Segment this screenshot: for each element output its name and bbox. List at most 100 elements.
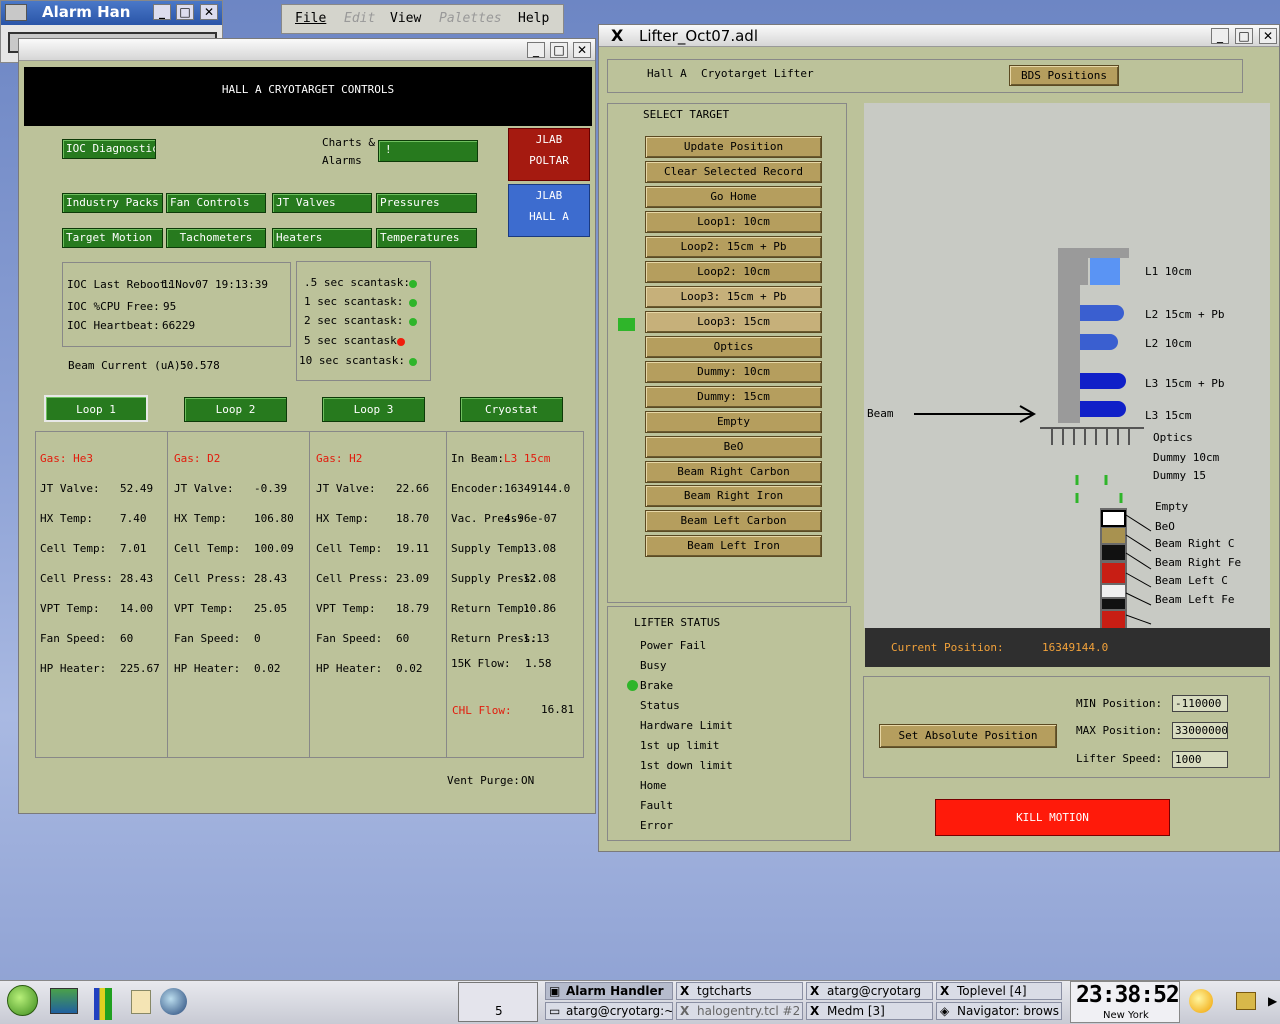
status-item: 1st up limit xyxy=(640,739,720,752)
row-label: Cell Temp: xyxy=(316,542,383,555)
lifter-name-label: Cryotarget Lifter xyxy=(701,67,814,80)
task-medm[interactable]: X Medm [3] xyxy=(806,1002,933,1020)
max-position-input[interactable]: 33000000 xyxy=(1172,722,1228,739)
globe-icon[interactable] xyxy=(160,988,187,1015)
close-icon[interactable]: ✕ xyxy=(200,4,218,20)
chl-flow-value: 16.81 xyxy=(541,703,575,716)
close-icon[interactable]: ✕ xyxy=(573,42,591,58)
browser-icon: ◈ xyxy=(940,1004,950,1018)
loop2-tab[interactable]: Loop 2 xyxy=(184,397,287,422)
clock-panel[interactable]: 23:38:52 New York xyxy=(1070,981,1180,1023)
menu-edit[interactable]: Edit xyxy=(344,11,375,26)
jlab-poltar-line2: POLTAR xyxy=(529,154,569,167)
charts-button[interactable]: ! xyxy=(378,140,478,162)
target-button[interactable]: Optics xyxy=(645,336,822,358)
x-icon: X xyxy=(680,1004,690,1018)
lifter-speed-input[interactable]: 1000 xyxy=(1172,751,1228,768)
industry-packs-button[interactable]: Industry Packs xyxy=(62,193,163,213)
task-toplevel[interactable]: X Toplevel [4] xyxy=(936,982,1062,1000)
menu-file[interactable]: File xyxy=(295,11,326,26)
lock-icon[interactable] xyxy=(1236,992,1256,1010)
menu-help[interactable]: Help xyxy=(518,11,549,26)
task-navigator[interactable]: ◈ Navigator: brows xyxy=(936,1002,1062,1020)
target-button[interactable]: Loop2: 15cm + Pb xyxy=(645,236,822,258)
task-atarg-2[interactable]: ▭ atarg@cryotarg:~ xyxy=(545,1002,673,1020)
target-motion-button[interactable]: Target Motion xyxy=(62,228,163,248)
x-icon: X xyxy=(810,984,820,998)
maximize-icon[interactable]: □ xyxy=(550,42,568,58)
ioc-reboot-value: 11Nov07 19:13:39 xyxy=(162,278,268,291)
close-icon[interactable]: ✕ xyxy=(1259,28,1277,44)
temperatures-button[interactable]: Temperatures xyxy=(376,228,477,248)
monitor-icon[interactable] xyxy=(94,988,112,1020)
set-absolute-position-button[interactable]: Set Absolute Position xyxy=(879,724,1057,748)
task-atarg-1[interactable]: Xatarg@cryotarg xyxy=(806,982,933,1000)
controls-titlebar[interactable]: _ □ ✕ xyxy=(19,39,595,61)
maximize-icon[interactable]: □ xyxy=(1235,28,1253,44)
jt-valves-button[interactable]: JT Valves xyxy=(272,193,372,213)
minimize-icon[interactable]: _ xyxy=(153,4,171,20)
diagram-label: L3 15cm xyxy=(1145,409,1192,422)
weather-icon[interactable] xyxy=(1189,989,1213,1013)
alarm-titlebar[interactable]: Alarm Han _ □ ✕ xyxy=(1,1,222,25)
jlab-poltar-button[interactable]: JLAB POLTAR xyxy=(508,128,590,181)
chevron-right-icon[interactable]: ▶ xyxy=(1268,994,1277,1008)
row-label: Cell Press: xyxy=(40,572,113,585)
min-position-input[interactable]: -110000 xyxy=(1172,695,1228,712)
ladder-frame-mid xyxy=(1058,248,1080,423)
target-button[interactable]: Dummy: 15cm xyxy=(645,386,822,408)
lifter-titlebar[interactable]: X Lifter_Oct07.adl _ □ ✕ xyxy=(599,25,1279,47)
bds-positions-button[interactable]: BDS Positions xyxy=(1009,65,1119,86)
jlab-halla-button[interactable]: JLAB HALL A xyxy=(508,184,590,237)
minimize-icon[interactable]: _ xyxy=(1211,28,1229,44)
menu-palettes[interactable]: Palettes xyxy=(439,11,502,26)
cryostat-tab[interactable]: Cryostat xyxy=(460,397,563,422)
loop1-tab[interactable]: Loop 1 xyxy=(44,395,148,422)
ioc-heartbeat-label: IOC Heartbeat: xyxy=(67,319,160,332)
target-button[interactable]: Beam Left Carbon xyxy=(645,510,822,532)
target-button[interactable]: Loop3: 15cm xyxy=(645,311,822,333)
maximize-icon[interactable]: □ xyxy=(176,4,194,20)
target-button[interactable]: Beam Left Iron xyxy=(645,535,822,557)
pressures-button[interactable]: Pressures xyxy=(376,193,477,213)
alarm-window-title: Alarm Han xyxy=(42,3,131,21)
menu-view[interactable]: View xyxy=(390,11,421,26)
target-button[interactable]: Go Home xyxy=(645,186,822,208)
beam-current-label: Beam Current (uA): xyxy=(68,359,188,372)
tachometers-button[interactable]: Tachometers xyxy=(166,228,266,248)
ioc-diagnostics-button[interactable]: IOC Diagnostics xyxy=(62,139,156,159)
fan-controls-button[interactable]: Fan Controls xyxy=(166,193,266,213)
task-halogentry[interactable]: Xhalogentry.tcl #2 xyxy=(676,1002,803,1020)
solid-leader-lines xyxy=(1125,514,1152,625)
row-label: Cell Press: xyxy=(316,572,389,585)
konqueror-icon[interactable] xyxy=(131,990,151,1014)
row-value: 28.43 xyxy=(254,572,288,585)
kill-motion-button[interactable]: KILL MOTION xyxy=(935,799,1170,836)
diagram-label: L2 10cm xyxy=(1145,337,1192,350)
target-button[interactable]: Dummy: 10cm xyxy=(645,361,822,383)
pager[interactable]: 5 xyxy=(458,982,538,1022)
scan-led-red xyxy=(397,338,405,346)
target-button[interactable]: Empty xyxy=(645,411,822,433)
diagram-label: Beam Left Fe xyxy=(1155,593,1235,606)
heaters-button[interactable]: Heaters xyxy=(272,228,372,248)
in-beam-value: L3 15cm xyxy=(504,452,551,465)
task-alarm-handler[interactable]: ▣ Alarm Handler xyxy=(545,982,673,1000)
status-item: Busy xyxy=(640,659,667,672)
target-button[interactable]: BeO xyxy=(645,436,822,458)
target-button[interactable]: Beam Right Iron xyxy=(645,485,822,507)
task-tgtcharts[interactable]: Xtgtcharts xyxy=(676,982,803,1000)
hall-label: Hall A xyxy=(647,67,687,80)
loop3-tab[interactable]: Loop 3 xyxy=(322,397,425,422)
clock-time: 23:38:52 xyxy=(1076,982,1180,1008)
cell-l3pb xyxy=(1080,373,1126,389)
target-button[interactable]: Update Position xyxy=(645,136,822,158)
kde-menu-icon[interactable] xyxy=(7,985,38,1016)
target-button[interactable]: Clear Selected Record xyxy=(645,161,822,183)
target-button[interactable]: Loop2: 10cm xyxy=(645,261,822,283)
minimize-icon[interactable]: _ xyxy=(527,42,545,58)
target-button[interactable]: Beam Right Carbon xyxy=(645,461,822,483)
target-button[interactable]: Loop3: 15cm + Pb xyxy=(645,286,822,308)
target-button[interactable]: Loop1: 10cm xyxy=(645,211,822,233)
desktop-icon[interactable] xyxy=(50,988,78,1014)
